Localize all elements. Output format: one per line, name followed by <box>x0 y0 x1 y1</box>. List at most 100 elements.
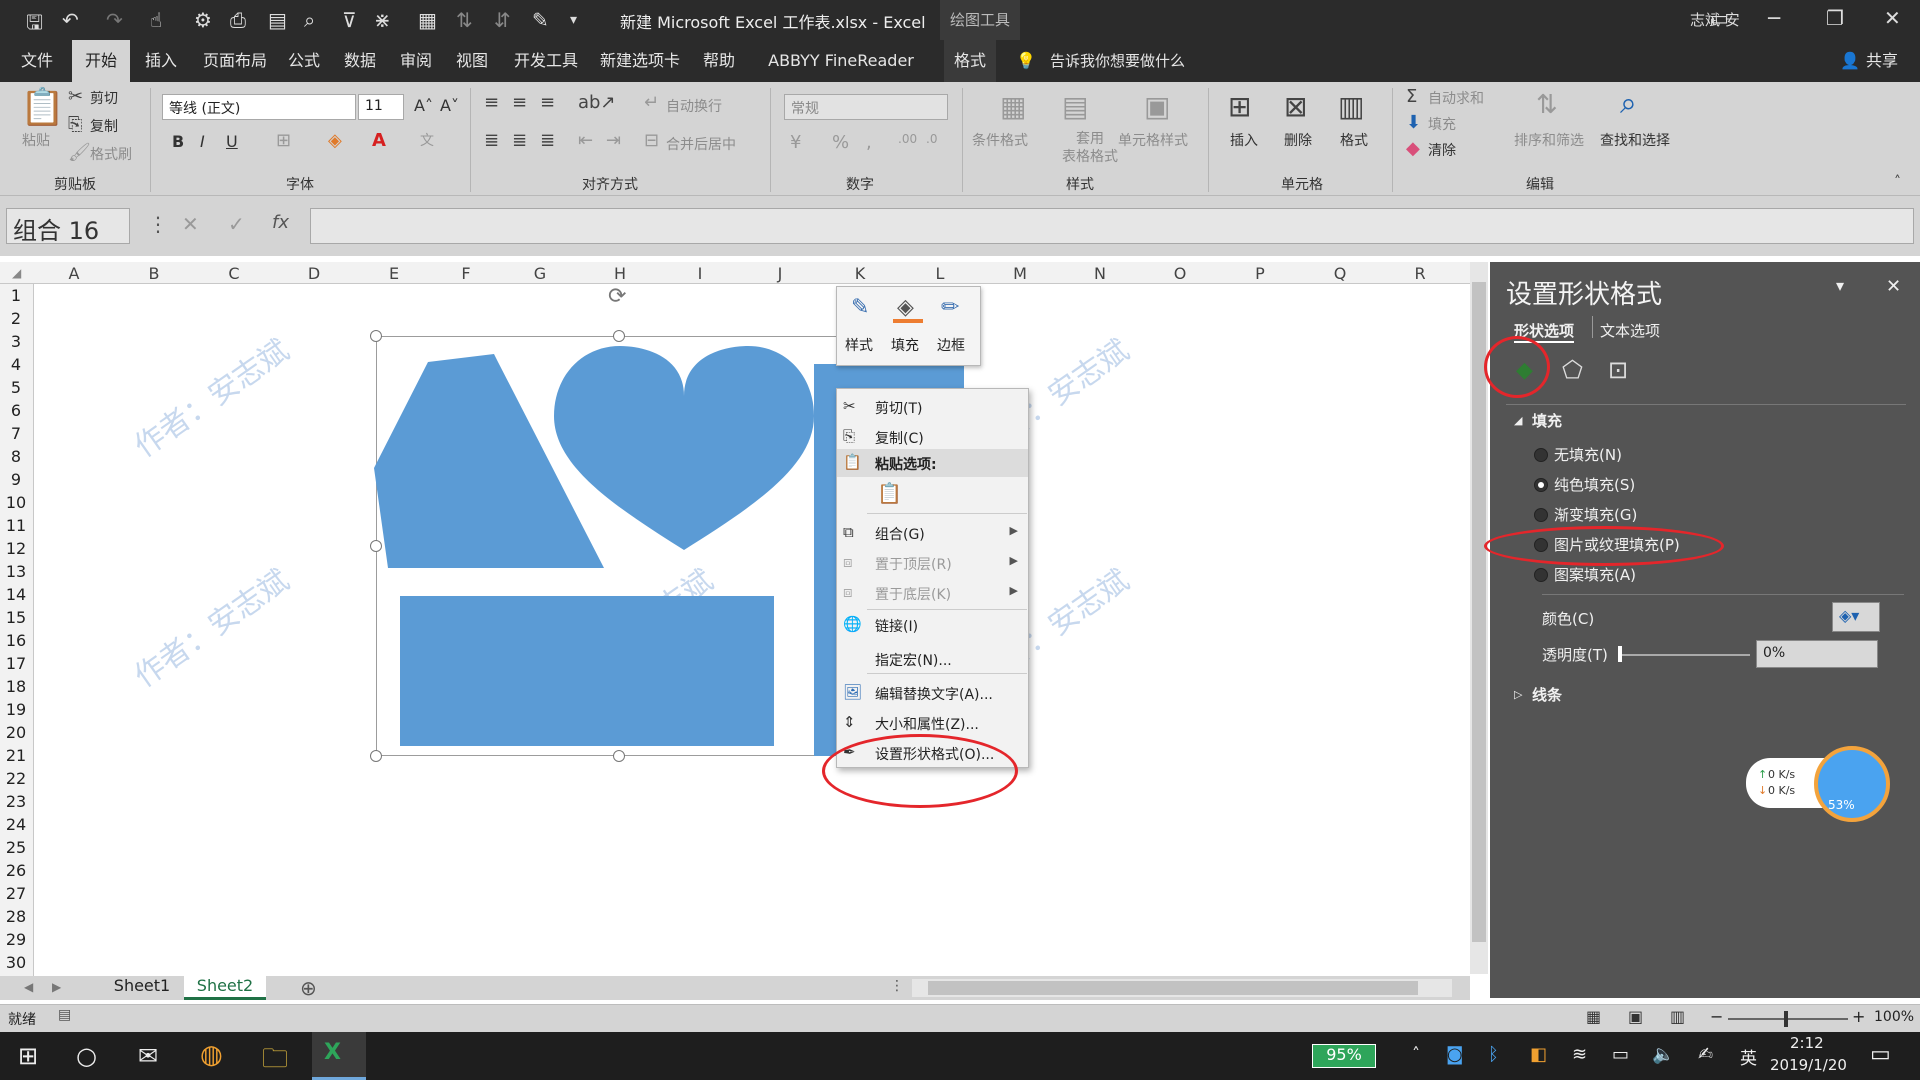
column-header[interactable]: H <box>600 264 640 283</box>
menu-item-size-properties[interactable]: ⇕ 大小和属性(Z)... <box>837 709 1028 737</box>
option-label[interactable]: 纯色填充(S) <box>1554 474 1635 495</box>
qa-icon-8[interactable]: ✎ <box>532 8 549 32</box>
row-header[interactable]: 9 <box>0 470 32 489</box>
paste-option-icon[interactable]: 📋 <box>877 481 902 505</box>
save-icon[interactable]: 🖫 <box>26 8 43 42</box>
tab-help[interactable]: 帮助 <box>694 40 744 82</box>
collapse-ribbon-icon[interactable]: ˄ <box>1894 174 1901 190</box>
macro-record-icon[interactable]: ▤ <box>58 1007 71 1023</box>
fill-section-header[interactable]: 填充 <box>1532 410 1562 431</box>
clock-date[interactable]: 2019/1/20 <box>1770 1056 1847 1074</box>
phonetic-icon[interactable]: 文 <box>420 130 434 150</box>
italic-button[interactable]: I <box>200 132 205 151</box>
ime-indicator[interactable]: 英 <box>1740 1044 1757 1069</box>
volume-icon[interactable]: 🔈 <box>1652 1044 1674 1065</box>
more-icon[interactable]: ⋮ <box>148 212 168 236</box>
column-header[interactable]: A <box>54 264 94 283</box>
tab-formulas[interactable]: 公式 <box>280 40 328 82</box>
row-header[interactable]: 28 <box>0 907 32 926</box>
tray-expand-icon[interactable]: ˄ <box>1412 1044 1420 1063</box>
delete-cells-button[interactable]: 删除 <box>1284 130 1312 150</box>
tab-data[interactable]: 数据 <box>336 40 384 82</box>
select-all-icon[interactable]: ◢ <box>12 266 21 280</box>
row-header[interactable]: 4 <box>0 355 32 374</box>
column-header[interactable]: Q <box>1320 264 1360 283</box>
column-header[interactable]: O <box>1160 264 1200 283</box>
row-header[interactable]: 12 <box>0 539 32 558</box>
notification-icon[interactable]: ▭ <box>1870 1042 1891 1067</box>
fill-button[interactable]: 填充 <box>891 335 919 355</box>
collapse-fill-icon[interactable]: ◢ <box>1514 414 1522 427</box>
column-header[interactable]: F <box>446 264 486 283</box>
power-icon[interactable]: ▭ <box>1612 1044 1629 1065</box>
insert-function-icon[interactable]: fx <box>272 212 289 233</box>
fill-color-icon[interactable]: ◈ <box>328 130 342 151</box>
menu-item-bring-front[interactable]: ⧈ 置于顶层(R) ▶ <box>837 549 1028 577</box>
row-header[interactable]: 20 <box>0 723 32 742</box>
horizontal-scrollbar[interactable] <box>912 979 1452 997</box>
indent-decrease-icon[interactable]: ⇤ <box>578 130 593 151</box>
page-layout-view-icon[interactable]: ▣ <box>1628 1007 1643 1026</box>
size-layout-icon[interactable]: ⊡ <box>1608 356 1628 384</box>
customize-qa-icon[interactable]: ▾ <box>570 12 577 28</box>
table-format-button[interactable]: 套用 表格格式 <box>1062 130 1118 166</box>
align-middle-icon[interactable]: ≡ <box>512 92 527 113</box>
clear-button[interactable]: 清除 <box>1428 140 1456 160</box>
font-grow-icon[interactable]: A˄ <box>414 96 433 115</box>
row-header[interactable]: 15 <box>0 608 32 627</box>
scroll-left-icon[interactable]: ◀ <box>24 980 33 994</box>
row-header[interactable]: 19 <box>0 700 32 719</box>
resize-handle[interactable] <box>613 750 625 762</box>
row-header[interactable]: 13 <box>0 562 32 581</box>
menu-item-group[interactable]: ⧉ 组合(G) ▶ <box>837 519 1028 547</box>
row-header[interactable]: 3 <box>0 332 32 351</box>
row-header[interactable]: 21 <box>0 746 32 765</box>
find-select-button[interactable]: 查找和选择 <box>1600 130 1670 150</box>
resize-handle[interactable] <box>613 330 625 342</box>
align-right-icon[interactable]: ≣ <box>540 130 555 151</box>
tab-page-layout[interactable]: 页面布局 <box>194 40 276 82</box>
close-icon[interactable]: ✕ <box>1884 6 1901 30</box>
filter-icon[interactable]: ⊽ <box>342 8 357 32</box>
zoom-in-icon[interactable]: + <box>1852 1007 1865 1026</box>
add-sheet-icon[interactable]: ⊕ <box>300 976 317 1000</box>
page-break-view-icon[interactable]: ▥ <box>1670 1007 1685 1026</box>
excel-taskbar-button[interactable]: X <box>312 1032 366 1080</box>
currency-icon[interactable]: ¥ <box>790 132 801 153</box>
menu-item-copy[interactable]: ⎘ 复制(C) <box>837 423 1028 451</box>
battery-widget[interactable]: 95% <box>1312 1044 1376 1068</box>
decrease-decimal-icon[interactable]: .0 <box>926 132 937 146</box>
underline-button[interactable]: U <box>226 132 238 151</box>
file-explorer-icon[interactable]: 🗀 <box>262 1040 288 1080</box>
app-icon[interactable]: ◍ <box>200 1040 223 1070</box>
option-label[interactable]: 图案填充(A) <box>1554 564 1636 585</box>
print-preview-icon[interactable]: ⎙ <box>230 8 246 32</box>
sheet-tab-sheet2[interactable]: Sheet2 <box>184 976 266 1000</box>
font-name-select[interactable]: 等线 (正文) <box>162 94 356 120</box>
menu-item-cut[interactable]: ✂ 剪切(T) <box>837 393 1028 421</box>
option-label[interactable]: 无填充(N) <box>1554 444 1622 465</box>
row-header[interactable]: 5 <box>0 378 32 397</box>
increase-decimal-icon[interactable]: .00 <box>898 132 917 146</box>
tab-review[interactable]: 审阅 <box>392 40 440 82</box>
tab-insert[interactable]: 插入 <box>136 40 186 82</box>
formula-input[interactable] <box>310 208 1914 244</box>
cell-styles-button[interactable]: 单元格样式 <box>1118 130 1188 150</box>
radio-gradient-fill[interactable] <box>1534 508 1548 522</box>
transparency-slider[interactable] <box>1618 654 1750 656</box>
qa-icon-1[interactable]: ⚙ <box>194 8 212 32</box>
tray-app-icon[interactable]: ◙ <box>1446 1044 1463 1065</box>
align-bottom-icon[interactable]: ≡ <box>540 92 555 113</box>
tell-me-search[interactable]: 告诉我你想要做什么 <box>1050 40 1210 82</box>
undo-icon[interactable]: ↶ <box>62 8 79 32</box>
column-header[interactable]: K <box>840 264 880 283</box>
fill-bucket-icon[interactable]: ◈ <box>897 295 914 320</box>
conditional-format-button[interactable]: 条件格式 <box>972 130 1028 150</box>
tray-app2-icon[interactable]: ◧ <box>1530 1044 1547 1065</box>
color-picker-button[interactable]: ◈▾ <box>1832 602 1880 632</box>
column-header[interactable]: I <box>680 264 720 283</box>
h-scrollbar-thumb[interactable] <box>928 981 1418 995</box>
menu-item-link[interactable]: 🌐 链接(I) <box>837 611 1028 639</box>
cut-button[interactable]: 剪切 <box>90 88 118 108</box>
menu-item-send-back[interactable]: ⧈ 置于底层(K) ▶ <box>837 579 1028 607</box>
